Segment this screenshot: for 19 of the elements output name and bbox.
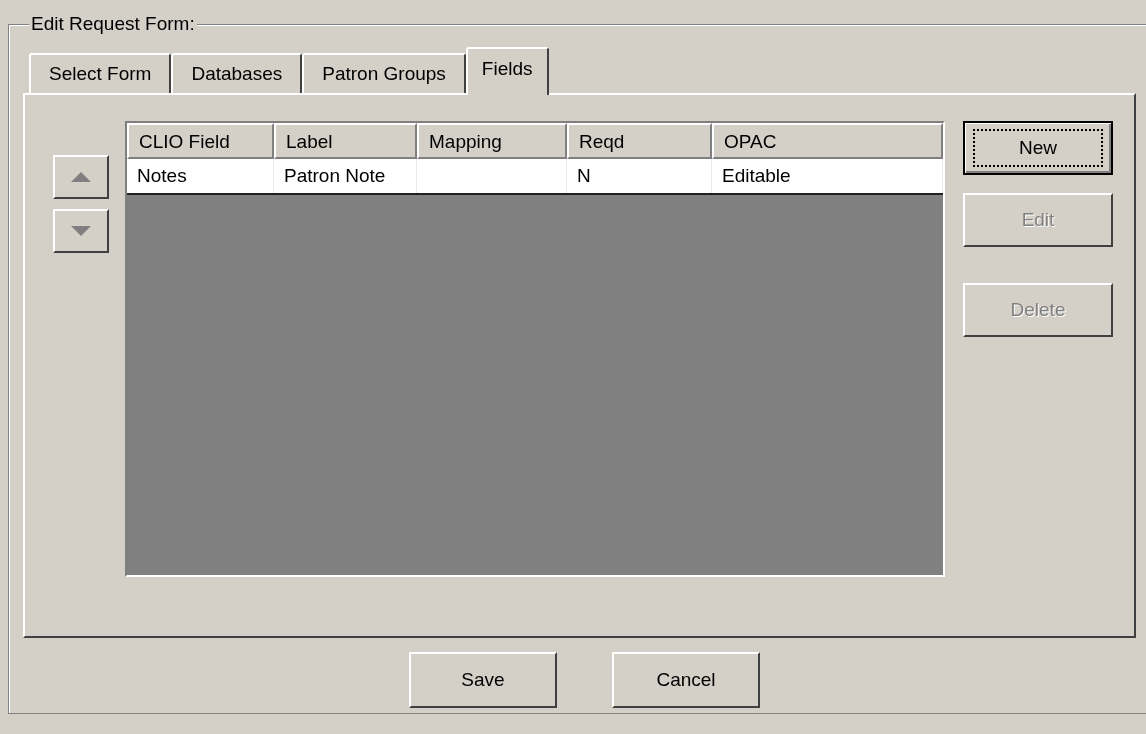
footer-button[interactable]: Cancel	[612, 652, 760, 708]
table-cell: Notes	[137, 165, 187, 186]
tab[interactable]: Select Form	[29, 53, 172, 93]
action-button[interactable]: New	[963, 121, 1113, 175]
footer-button[interactable]: Save	[409, 652, 557, 708]
tab[interactable]: Fields	[465, 47, 549, 95]
table-cell: N	[577, 165, 591, 186]
column-header[interactable]: Mapping	[417, 123, 567, 159]
move-up-button[interactable]	[53, 155, 109, 199]
tab[interactable]: Patron Groups	[302, 53, 466, 93]
column-header[interactable]: OPAC	[712, 123, 943, 159]
table-row[interactable]: Notes Patron Note N Editable	[127, 159, 943, 195]
table-cell: Patron Note	[284, 165, 386, 186]
tab[interactable]: Databases	[171, 53, 303, 93]
column-header[interactable]: CLIO Field	[127, 123, 274, 159]
column-header[interactable]: Label	[274, 123, 417, 159]
table-cell: Editable	[722, 165, 791, 186]
move-down-button[interactable]	[53, 209, 109, 253]
column-header[interactable]: Reqd	[567, 123, 712, 159]
